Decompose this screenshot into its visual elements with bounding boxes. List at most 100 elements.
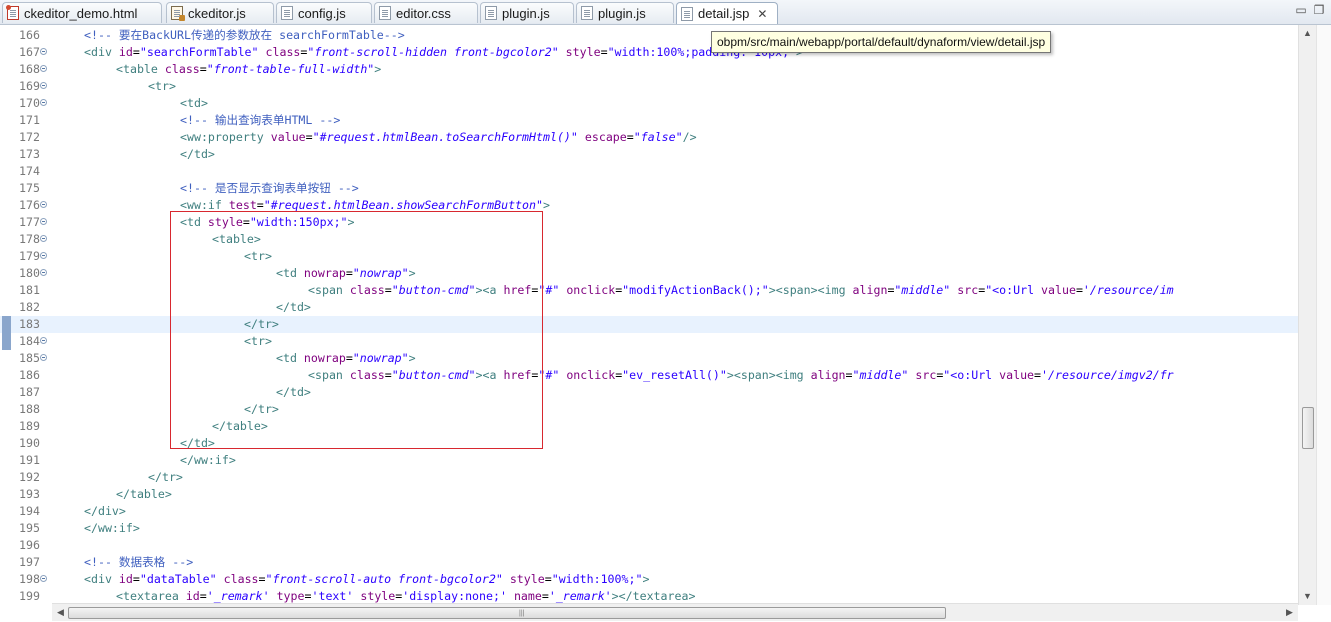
line-number: 198 [19,572,40,586]
tab-config-js[interactable]: config.js [276,2,372,23]
code-token: class [349,368,385,382]
code-line[interactable]: 188 </tr> [0,401,1298,418]
fold-toggle-icon[interactable] [40,82,47,89]
vertical-scroll-thumb[interactable] [1302,407,1314,449]
code-line[interactable]: 179 <tr> [0,248,1298,265]
code-token: /> [682,130,697,144]
code-line[interactable]: 171 <!-- 输出查询表单HTML --> [0,112,1298,129]
code-line[interactable]: 175 <!-- 是否显示查询表单按钮 --> [0,180,1298,197]
fold-toggle-icon[interactable] [40,48,47,55]
code-line[interactable]: 191 </ww:if> [0,452,1298,469]
code-text: </div> [84,503,126,520]
code-line[interactable]: 174 [0,163,1298,180]
code-token: <tr> [244,334,272,348]
fold-toggle-icon[interactable] [40,201,47,208]
fold-toggle-icon[interactable] [40,269,47,276]
editor-tab-bar: ckeditor_demo.html ckeditor.js config.js ed… [0,0,1331,25]
code-text: <div id="dataTable" class="front-scroll-… [84,571,649,588]
code-line[interactable]: 177 <td style="width:150px;"> [0,214,1298,231]
scroll-right-arrow-icon[interactable]: ▶ [1281,604,1298,621]
code-line[interactable]: 166 <!-- 要在BackURL传递的参数放在 searchFormTable… [0,27,1298,44]
code-line[interactable]: 184 <tr> [0,333,1298,350]
fold-toggle-icon[interactable] [40,354,47,361]
code-token: "<o:Url [985,283,1042,297]
code-line[interactable]: 181 <span class="button-cmd"><a href="#" … [0,282,1298,299]
tab-plugin-js[interactable]: plugin.js [480,2,574,23]
code-line[interactable]: 176 <ww:if test="#request.htmlBean.showSe… [0,197,1298,214]
scroll-up-arrow-icon[interactable]: ▲ [1299,25,1316,42]
code-editor[interactable]: 166 <!-- 要在BackURL传递的参数放在 searchFormTable… [0,25,1331,622]
tab-ckeditor_demo-html[interactable]: ckeditor_demo.html [2,2,162,23]
code-token: <tr> [148,79,176,93]
code-token: href [503,283,532,297]
code-line[interactable]: 193 </table> [0,486,1298,503]
code-line[interactable]: 194 </div> [0,503,1298,520]
code-line[interactable]: 173 </td> [0,146,1298,163]
code-line[interactable]: 170 <td> [0,95,1298,112]
code-token: </td> [276,385,311,399]
code-line[interactable]: 198 <div id="dataTable" class="front-scro… [0,571,1298,588]
tab-detail-jsp[interactable]: detail.jsp ✕ [676,2,778,24]
scroll-down-arrow-icon[interactable]: ▼ [1299,588,1316,605]
code-line[interactable]: 168 <table class="front-table-full-width"… [0,61,1298,78]
code-line[interactable]: 195 </ww:if> [0,520,1298,537]
code-token: "false" [633,130,683,144]
code-line[interactable]: 182 </td> [0,299,1298,316]
close-tab-icon[interactable]: ✕ [757,7,767,21]
code-token: class [164,62,200,76]
code-token: type [276,589,305,603]
code-token: style [360,589,396,603]
maximize-icon[interactable]: ❐ [1312,3,1326,17]
code-line[interactable]: 183 </tr> [0,316,1298,350]
fold-toggle-icon[interactable] [40,252,47,259]
code-line[interactable]: 185 <td nowrap="nowrap"> [0,350,1298,367]
text-file-icon [581,6,593,20]
horizontal-scrollbar[interactable]: ◀ ||| ▶ [52,603,1298,621]
tab-editor-css[interactable]: editor.css [374,2,478,23]
code-line[interactable]: 190 </td> [0,435,1298,452]
code-token: <td [276,351,304,365]
code-line[interactable]: 172 <ww:property value="#request.htmlBean… [0,129,1298,146]
fold-toggle-icon[interactable] [40,218,47,225]
horizontal-scroll-thumb[interactable]: ||| [68,607,946,619]
vertical-scrollbar[interactable]: ▲ ▼ [1298,25,1316,605]
overview-ruler[interactable] [1316,25,1331,605]
fold-toggle-icon[interactable] [40,235,47,242]
code-line[interactable]: 180 <td nowrap="nowrap"> [0,265,1298,282]
code-token: > [408,351,416,365]
code-line[interactable]: 186 <span class="button-cmd"><a href="#" … [0,367,1298,384]
code-token: = [626,130,634,144]
code-text: </tr> [148,469,183,486]
code-text: <!-- 是否显示查询表单按钮 --> [180,180,359,197]
tab-ckeditor-js[interactable]: ckeditor.js [166,2,274,23]
code-line[interactable]: 169 <tr> [0,78,1298,95]
line-number: 194 [19,504,40,518]
code-text: </tr> [244,401,279,418]
code-line[interactable]: 196 [0,537,1298,554]
fold-toggle-icon[interactable] [40,337,47,344]
line-number: 190 [19,436,40,450]
fold-toggle-icon[interactable] [40,99,47,106]
minimize-icon[interactable]: ▭ [1294,3,1308,17]
code-text: </table> [212,418,268,435]
line-number: 189 [19,419,40,433]
tab-label: config.js [298,5,346,21]
fold-toggle-icon[interactable] [40,65,47,72]
text-file-icon [281,6,293,20]
scroll-left-arrow-icon[interactable]: ◀ [52,604,69,621]
code-token: = [242,215,250,229]
code-token: align [810,368,846,382]
fold-toggle-icon[interactable] [40,575,47,582]
line-number: 180 [19,266,40,280]
code-line[interactable]: 167 <div id="searchFormTable" class="fron… [0,44,1298,61]
code-line[interactable]: 197 <!-- 数据表格 --> [0,554,1298,571]
tab-plugin-js[interactable]: plugin.js [576,2,674,23]
line-number: 175 [19,181,40,195]
code-line[interactable]: 189 </table> [0,418,1298,435]
code-line[interactable]: 187 </td> [0,384,1298,401]
html-file-icon [6,5,19,20]
code-token: '_remark' [206,589,270,603]
code-line[interactable]: 178 <table> [0,231,1298,248]
code-line[interactable]: 192 </tr> [0,469,1298,486]
